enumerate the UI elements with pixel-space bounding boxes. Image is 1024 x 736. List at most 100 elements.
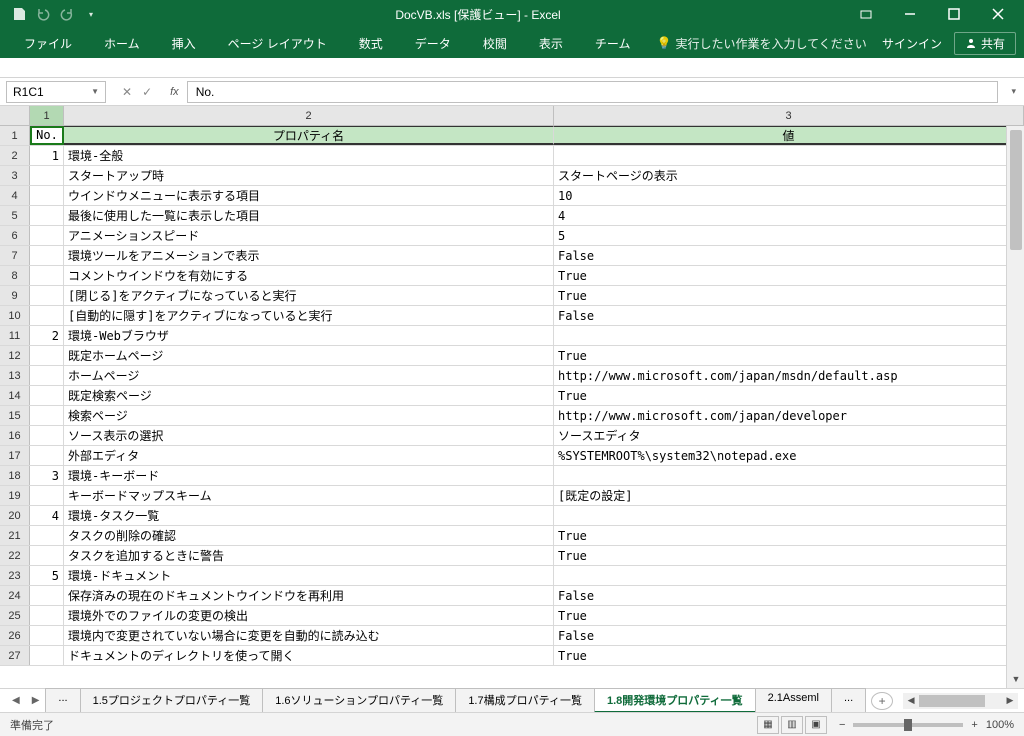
cell-no[interactable] (30, 166, 64, 185)
table-row[interactable]: 10[自動的に隠す]をアクティブになっていると実行False (0, 306, 1024, 326)
cell-no[interactable] (30, 446, 64, 465)
cell-prop[interactable]: スタートアップ時 (64, 166, 554, 185)
cell-no[interactable] (30, 346, 64, 365)
sheet-tab[interactable]: 2.1Asseml (755, 688, 832, 713)
cell-val[interactable]: False (554, 306, 1024, 325)
hscroll-left-icon[interactable]: ◀ (903, 695, 919, 706)
cell-val[interactable] (554, 326, 1024, 345)
table-row[interactable]: 21タスクの削除の確認True (0, 526, 1024, 546)
cell-no[interactable] (30, 586, 64, 605)
table-row[interactable]: 16ソース表示の選択ソースエディタ (0, 426, 1024, 446)
new-sheet-button[interactable]: + (871, 692, 893, 710)
tab-review[interactable]: 校閲 (467, 29, 523, 58)
table-row[interactable]: 6アニメーションスピード5 (0, 226, 1024, 246)
col-header-1[interactable]: 1 (30, 106, 64, 125)
table-row[interactable]: 12既定ホームページTrue (0, 346, 1024, 366)
table-row[interactable]: 24保存済みの現在のドキュメントウインドウを再利用False (0, 586, 1024, 606)
row-header[interactable]: 5 (0, 206, 30, 225)
row-header[interactable]: 26 (0, 626, 30, 645)
cell-prop[interactable]: 環境-Webブラウザ (64, 326, 554, 345)
cell-no[interactable] (30, 526, 64, 545)
row-header[interactable]: 27 (0, 646, 30, 665)
sheet-tab[interactable]: 1.5プロジェクトプロパティ一覧 (80, 688, 264, 713)
tab-formulas[interactable]: 数式 (343, 29, 399, 58)
cell-prop[interactable]: [閉じる]をアクティブになっていると実行 (64, 286, 554, 305)
table-row[interactable]: 7環境ツールをアニメーションで表示False (0, 246, 1024, 266)
cell-no[interactable]: 5 (30, 566, 64, 585)
signin-link[interactable]: サインイン (882, 35, 942, 52)
cell-no[interactable] (30, 646, 64, 665)
scroll-thumb[interactable] (1010, 130, 1022, 250)
close-button[interactable] (978, 0, 1018, 28)
table-row[interactable]: 15検索ページhttp://www.microsoft.com/japan/de… (0, 406, 1024, 426)
row-header[interactable]: 25 (0, 606, 30, 625)
cell-no[interactable] (30, 206, 64, 225)
sheet-tab[interactable]: 1.8開発環境プロパティ一覧 (594, 688, 756, 713)
select-all-corner[interactable] (0, 106, 30, 125)
cell-prop[interactable]: 環境ツールをアニメーションで表示 (64, 246, 554, 265)
cell-prop[interactable]: 既定検索ページ (64, 386, 554, 405)
ribbon-options-icon[interactable] (846, 0, 886, 28)
save-icon[interactable] (10, 5, 28, 23)
cell-val[interactable]: http://www.microsoft.com/japan/developer (554, 406, 1024, 425)
table-row[interactable]: 21環境-全般 (0, 146, 1024, 166)
table-row[interactable]: 14既定検索ページTrue (0, 386, 1024, 406)
cell-val[interactable] (554, 566, 1024, 585)
cell-prop[interactable]: [自動的に隠す]をアクティブになっていると実行 (64, 306, 554, 325)
sheet-tab[interactable]: 1.6ソリューションプロパティ一覧 (262, 688, 456, 713)
table-row[interactable]: 9[閉じる]をアクティブになっていると実行True (0, 286, 1024, 306)
cell-prop[interactable]: 環境内で変更されていない場合に変更を自動的に読み込む (64, 626, 554, 645)
tab-file[interactable]: ファイル (8, 29, 88, 58)
cell-val[interactable]: False (554, 626, 1024, 645)
cell-val[interactable]: False (554, 246, 1024, 265)
cell-no[interactable]: 3 (30, 466, 64, 485)
cell-no[interactable] (30, 386, 64, 405)
cell-prop[interactable]: タスクの削除の確認 (64, 526, 554, 545)
cell-no[interactable] (30, 226, 64, 245)
enter-icon[interactable]: ✓ (142, 85, 152, 99)
cell-prop[interactable]: コメントウインドウを有効にする (64, 266, 554, 285)
row-header[interactable]: 12 (0, 346, 30, 365)
col-header-2[interactable]: 2 (64, 106, 554, 125)
cell-val[interactable]: True (554, 606, 1024, 625)
row-header[interactable]: 22 (0, 546, 30, 565)
share-button[interactable]: 共有 (954, 32, 1016, 55)
row-header[interactable]: 23 (0, 566, 30, 585)
cell-val[interactable]: True (554, 646, 1024, 665)
tab-insert[interactable]: 挿入 (156, 29, 212, 58)
cell-prop[interactable]: 環境-タスク一覧 (64, 506, 554, 525)
cell-no[interactable] (30, 426, 64, 445)
cell-val[interactable]: True (554, 346, 1024, 365)
maximize-button[interactable] (934, 0, 974, 28)
tab-pagelayout[interactable]: ページ レイアウト (212, 29, 343, 58)
cell-prop[interactable]: 保存済みの現在のドキュメントウインドウを再利用 (64, 586, 554, 605)
cell-no[interactable]: 4 (30, 506, 64, 525)
cell-no[interactable] (30, 626, 64, 645)
row-header[interactable]: 4 (0, 186, 30, 205)
table-row[interactable]: 5 最後に使用した一覧に表示した項目4 (0, 206, 1024, 226)
sheet-tab[interactable]: 1.7構成プロパティ一覧 (455, 688, 595, 713)
horizontal-scrollbar[interactable]: ◀ ▶ (903, 693, 1018, 709)
row-header[interactable]: 11 (0, 326, 30, 345)
cell-val[interactable]: [既定の設定] (554, 486, 1024, 505)
cell-prop[interactable]: 環境外でのファイルの変更の検出 (64, 606, 554, 625)
cell-val[interactable]: 4 (554, 206, 1024, 225)
row-header[interactable]: 20 (0, 506, 30, 525)
view-pagelayout-icon[interactable]: ▥ (781, 716, 803, 734)
cell-no[interactable] (30, 306, 64, 325)
cell-prop[interactable]: ホームページ (64, 366, 554, 385)
cell-prop[interactable]: 環境-キーボード (64, 466, 554, 485)
row-header[interactable]: 8 (0, 266, 30, 285)
cell-no[interactable] (30, 246, 64, 265)
tab-team[interactable]: チーム (579, 29, 647, 58)
cell-prop[interactable]: 最後に使用した一覧に表示した項目 (64, 206, 554, 225)
row-header[interactable]: 16 (0, 426, 30, 445)
zoom-level[interactable]: 100% (986, 719, 1014, 731)
row-header[interactable]: 19 (0, 486, 30, 505)
cell-prop[interactable]: ソース表示の選択 (64, 426, 554, 445)
row-header[interactable]: 18 (0, 466, 30, 485)
zoom-slider-thumb[interactable] (904, 719, 912, 731)
rows-area[interactable]: 1No.プロパティ名値21環境-全般3スタートアップ時スタートページの表示4ウイ… (0, 126, 1024, 688)
cell-no[interactable] (30, 266, 64, 285)
hscroll-right-icon[interactable]: ▶ (1002, 695, 1018, 706)
